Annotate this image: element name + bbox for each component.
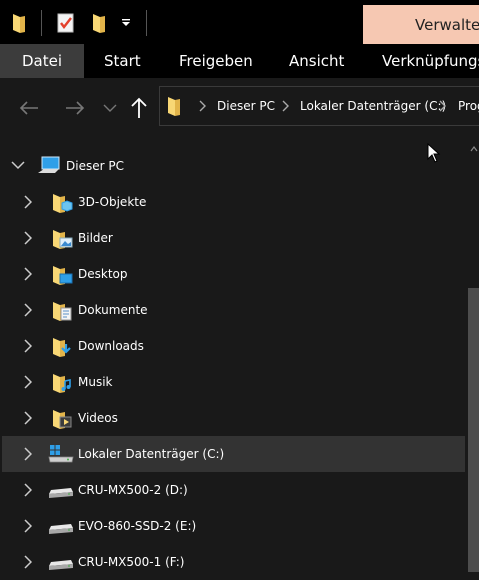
windows-drive-icon	[48, 445, 74, 463]
tree-item-label: EVO-860-SSD-2 (E:)	[78, 519, 197, 533]
tree-item-label: Musik	[78, 375, 113, 389]
tree-item-bilder[interactable]: Bilder	[2, 220, 465, 256]
tab-start-label: Start	[104, 52, 141, 70]
tab-ansicht-label: Ansicht	[289, 52, 345, 70]
tree-item-label: CRU-MX500-2 (D:)	[78, 483, 188, 497]
chevron-right-icon[interactable]	[24, 483, 32, 497]
chevron-right-icon[interactable]	[24, 339, 32, 353]
tab-verknuepfungen-label: Verknüpfungs	[382, 52, 479, 70]
chevron-right-icon[interactable]	[24, 411, 32, 425]
folder-icon	[168, 97, 180, 116]
downloads-folder-icon	[53, 338, 71, 357]
tree-item-dokumente[interactable]: Dokumente	[2, 292, 465, 328]
ribbon-tabs: Datei Start Freigeben Ansicht Verknüpfun…	[0, 44, 479, 78]
breadcrumb-programs[interactable]: Prog	[458, 87, 479, 125]
scroll-up-icon[interactable]	[470, 146, 478, 152]
tree-item-label: CRU-MX500-1 (F:)	[78, 555, 185, 569]
tab-freigeben-label: Freigeben	[179, 52, 253, 70]
chevron-right-icon[interactable]	[24, 555, 32, 569]
properties-icon[interactable]	[55, 10, 77, 36]
tree-item-label: Desktop	[78, 267, 128, 281]
chevron-right-icon[interactable]	[24, 375, 32, 389]
tab-freigeben[interactable]: Freigeben	[179, 44, 253, 78]
tree-item-evo-860-ssd-2-e[interactable]: EVO-860-SSD-2 (E:)	[2, 508, 465, 544]
breadcrumb-local-disk[interactable]: Lokaler Datenträger (C:)	[300, 87, 446, 125]
documents-folder-icon	[53, 302, 72, 321]
tree-item-label: Downloads	[78, 339, 144, 353]
chevron-right-icon[interactable]	[24, 303, 32, 317]
3d-objects-folder-icon	[53, 194, 73, 213]
chevron-right-icon[interactable]	[24, 447, 32, 461]
tree-item-label: Lokaler Datenträger (C:)	[78, 447, 225, 461]
chevron-right-icon[interactable]	[198, 100, 206, 112]
tree-item-label: Dieser PC	[66, 159, 124, 173]
computer-icon	[38, 156, 60, 173]
drive-icon	[49, 524, 73, 534]
chevron-right-icon[interactable]	[24, 267, 32, 281]
tab-verknuepfungen[interactable]: Verknüpfungs	[382, 44, 479, 78]
breadcrumb-dieser-pc[interactable]: Dieser PC	[217, 87, 275, 125]
tree-item-cru-mx500-2-d[interactable]: CRU-MX500-2 (D:)	[2, 472, 465, 508]
videos-folder-icon	[53, 410, 72, 429]
tree-item-downloads[interactable]: Downloads	[2, 328, 465, 364]
new-folder-icon[interactable]	[88, 10, 110, 36]
arrow-up-icon[interactable]	[130, 96, 148, 120]
chevron-down-icon[interactable]	[102, 96, 118, 120]
tree-item-videos[interactable]: Videos	[2, 400, 465, 436]
desktop-folder-icon	[53, 266, 73, 285]
address-bar[interactable]: Dieser PC Lokaler Datenträger (C:) Prog	[159, 86, 479, 126]
navigation-tree: Dieser PC 3D-Objekte Bilder Desktop Doku	[0, 148, 465, 572]
toolbar-separator	[146, 10, 147, 36]
tree-item-3d-objekte[interactable]: 3D-Objekte	[2, 184, 465, 220]
arrow-right-icon[interactable]	[64, 96, 86, 120]
chevron-right-icon[interactable]	[24, 231, 32, 245]
manage-tab-label: Verwalten	[415, 15, 479, 34]
tree-item-label: Dokumente	[78, 303, 148, 317]
tab-ansicht[interactable]: Ansicht	[289, 44, 344, 78]
tree-item-cru-mx500-1-f[interactable]: CRU-MX500-1 (F:)	[2, 544, 465, 580]
music-folder-icon	[53, 374, 71, 393]
chevron-right-icon[interactable]	[24, 195, 32, 209]
tab-datei-label: Datei	[21, 52, 63, 70]
chevron-right-icon[interactable]	[438, 100, 446, 112]
customize-dropdown-icon[interactable]	[118, 10, 134, 36]
drive-icon	[49, 488, 73, 498]
chevron-down-icon[interactable]	[11, 160, 25, 170]
scrollbar-thumb[interactable]	[468, 288, 479, 572]
toolbar-separator	[41, 10, 42, 36]
pictures-folder-icon	[53, 230, 73, 249]
tab-start[interactable]: Start	[104, 44, 141, 78]
tree-item-label: Bilder	[78, 231, 113, 245]
manage-tab[interactable]: Verwalten	[363, 5, 479, 44]
tree-item-local-disk-c[interactable]: Lokaler Datenträger (C:)	[2, 436, 465, 472]
tree-item-desktop[interactable]: Desktop	[2, 256, 465, 292]
folder-icon[interactable]	[8, 10, 30, 36]
tree-item-dieser-pc[interactable]: Dieser PC	[2, 148, 465, 184]
chevron-right-icon[interactable]	[281, 100, 289, 112]
tab-datei[interactable]: Datei	[0, 44, 84, 78]
tree-item-musik[interactable]: Musik	[2, 364, 465, 400]
drive-icon	[49, 560, 73, 570]
title-bar: Verwalten	[0, 0, 479, 44]
arrow-left-icon[interactable]	[18, 96, 40, 120]
chevron-right-icon[interactable]	[24, 519, 32, 533]
tree-item-label: Videos	[78, 411, 118, 425]
tree-item-label: 3D-Objekte	[78, 195, 147, 209]
